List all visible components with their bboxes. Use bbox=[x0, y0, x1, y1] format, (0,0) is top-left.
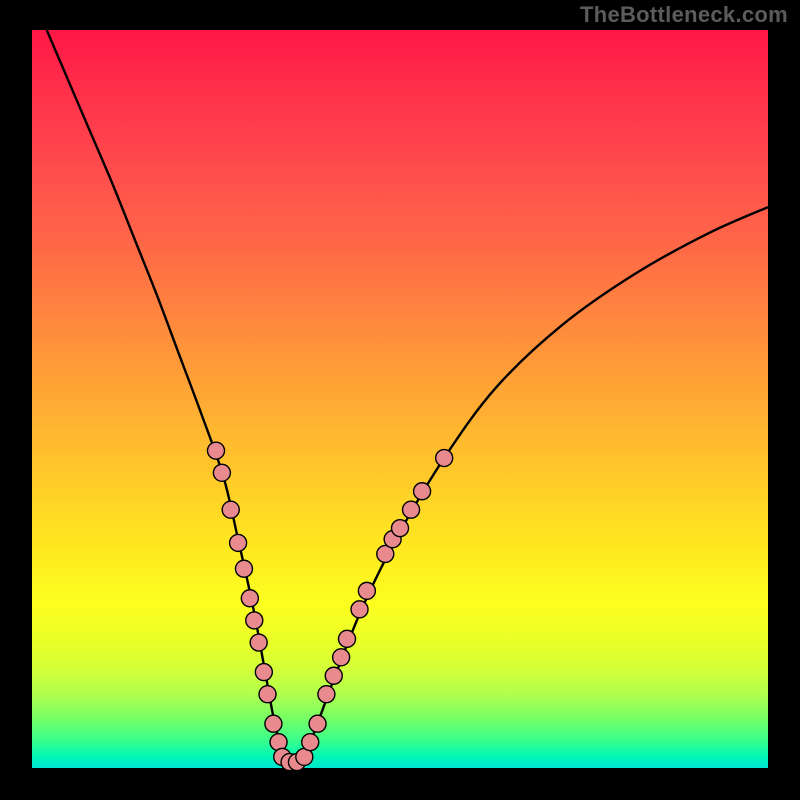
curve-marker bbox=[265, 715, 282, 732]
chart-frame: TheBottleneck.com bbox=[0, 0, 800, 800]
curve-line bbox=[47, 30, 768, 767]
curve-marker bbox=[351, 601, 368, 618]
plot-area bbox=[32, 30, 768, 768]
curve-marker bbox=[318, 686, 335, 703]
curve-marker bbox=[436, 450, 453, 467]
curve-marker bbox=[208, 442, 225, 459]
curve-marker bbox=[246, 612, 263, 629]
curve-marker bbox=[309, 715, 326, 732]
curve-marker bbox=[230, 534, 247, 551]
curve-marker bbox=[333, 649, 350, 666]
curve-markers bbox=[208, 442, 453, 770]
curve-marker bbox=[414, 483, 431, 500]
curve-marker bbox=[213, 464, 230, 481]
curve-marker bbox=[259, 686, 276, 703]
curve-marker bbox=[255, 664, 272, 681]
watermark-text: TheBottleneck.com bbox=[580, 0, 788, 30]
curve-marker bbox=[403, 501, 420, 518]
curve-marker bbox=[235, 560, 252, 577]
curve-marker bbox=[222, 501, 239, 518]
curve-marker bbox=[302, 734, 319, 751]
bottleneck-curve bbox=[32, 30, 768, 768]
curve-marker bbox=[392, 520, 409, 537]
curve-marker bbox=[325, 667, 342, 684]
curve-marker bbox=[241, 590, 258, 607]
curve-marker bbox=[339, 630, 356, 647]
curve-marker bbox=[358, 582, 375, 599]
curve-marker bbox=[250, 634, 267, 651]
